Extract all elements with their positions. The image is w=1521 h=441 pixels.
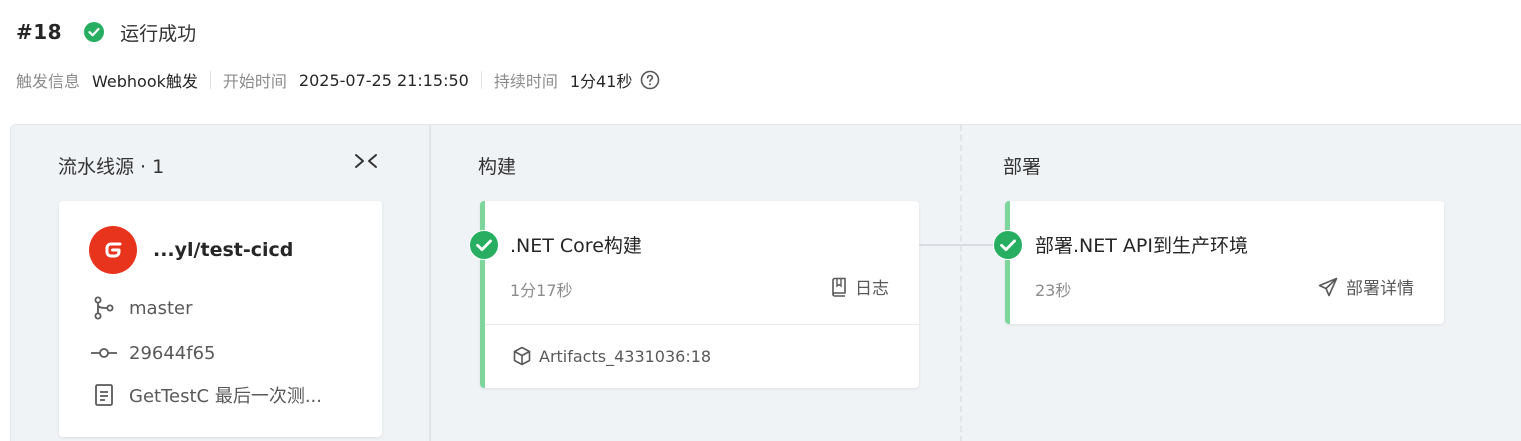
- collapse-icon[interactable]: [354, 152, 380, 170]
- deploy-stage-title: 部署: [1003, 156, 1042, 178]
- stage-divider: [429, 125, 431, 441]
- commit-message: GetTestC 最后一次测...: [129, 386, 322, 407]
- log-button[interactable]: 日志: [831, 274, 889, 299]
- build-job-duration: 1分17秒: [510, 281, 573, 300]
- run-status-text: 运行成功: [120, 22, 197, 45]
- deploy-job-card[interactable]: 部署.NET API到生产环境 23秒 部署详情: [1005, 201, 1444, 324]
- repo-name[interactable]: ...yl/test-cicd: [153, 239, 293, 261]
- build-job-card[interactable]: .NET Core构建 1分17秒 日志 Artifacts_4331036:1…: [480, 201, 919, 388]
- artifact-name: Artifacts_4331036:18: [539, 346, 712, 366]
- start-time-value: 2025-07-25 21:15:50: [298, 70, 469, 90]
- divider: [480, 71, 482, 89]
- send-icon: [1318, 277, 1338, 297]
- deploy-details-label: 部署详情: [1346, 279, 1414, 299]
- gitee-logo-icon: [89, 226, 137, 274]
- repo-row: ...yl/test-cicd: [89, 226, 293, 274]
- build-success-icon: [469, 230, 499, 260]
- stage-divider: [960, 125, 962, 441]
- deploy-details-button[interactable]: 部署详情: [1318, 274, 1414, 299]
- commit-row: 29644f65: [91, 340, 216, 366]
- divider: [485, 324, 919, 325]
- branch-row: master: [91, 295, 192, 321]
- source-card[interactable]: ...yl/test-cicd master 29644f65 GetTestC…: [59, 201, 382, 437]
- pipeline-canvas: 流水线源 · 1 ...yl/test-cicd master 29644f65: [10, 124, 1521, 441]
- book-icon: [831, 277, 847, 297]
- build-job-name[interactable]: .NET Core构建: [510, 231, 642, 258]
- cube-icon: [513, 346, 531, 366]
- artifact-link[interactable]: Artifacts_4331036:18: [513, 346, 711, 366]
- divider: [209, 71, 211, 89]
- deploy-job-duration: 23秒: [1035, 281, 1072, 300]
- document-icon: [91, 382, 117, 408]
- stage-connector: [919, 244, 999, 246]
- build-stage-title: 构建: [478, 156, 517, 178]
- branch-name: master: [129, 297, 193, 319]
- deploy-job-name[interactable]: 部署.NET API到生产环境: [1035, 231, 1248, 258]
- duration-label: 持续时间: [493, 72, 558, 91]
- branch-icon: [91, 295, 117, 321]
- commit-hash[interactable]: 29644f65: [129, 343, 216, 364]
- question-circle-icon[interactable]: [640, 70, 660, 90]
- run-meta: 触发信息 Webhook触发 开始时间 2025-07-25 21:15:50 …: [16, 68, 660, 92]
- run-header: #18 运行成功: [16, 18, 196, 46]
- duration-value: 1分41秒: [569, 72, 633, 91]
- trigger-value: Webhook触发: [92, 72, 198, 91]
- log-label: 日志: [855, 279, 889, 299]
- success-check-icon: [84, 22, 105, 42]
- commit-message-row: GetTestC 最后一次测...: [91, 382, 322, 408]
- job-accent-bar: [1005, 201, 1010, 324]
- deploy-success-icon: [993, 230, 1023, 260]
- start-time-label: 开始时间: [222, 72, 287, 91]
- source-stage-title: 流水线源 · 1: [58, 156, 165, 178]
- run-number: #18: [16, 20, 63, 44]
- trigger-label: 触发信息: [16, 72, 81, 91]
- commit-icon: [91, 340, 117, 366]
